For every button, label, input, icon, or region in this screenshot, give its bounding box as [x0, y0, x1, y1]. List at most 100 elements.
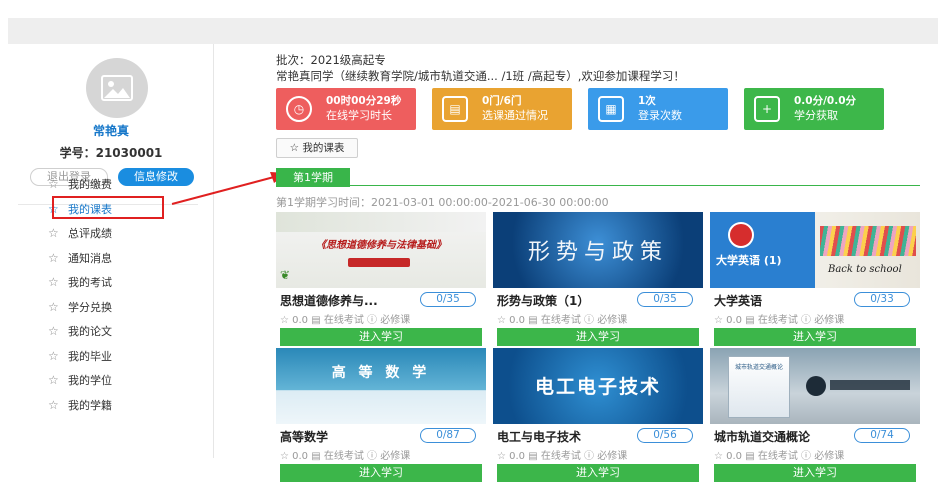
- course-name: 电工与电子技术: [497, 430, 582, 444]
- course-progress: 0/35: [420, 292, 476, 307]
- menu-item-label: 学分兑换: [68, 300, 112, 314]
- menu-item-notifications[interactable]: ☆ 通知消息: [48, 246, 188, 271]
- star-icon: ☆: [48, 397, 59, 412]
- enter-study-button[interactable]: 进入学习: [280, 328, 482, 346]
- enter-study-button[interactable]: 进入学习: [714, 328, 916, 346]
- menu-item-label: 我的毕业: [68, 349, 112, 363]
- document-icon: ▤: [442, 96, 468, 122]
- menu-item-label: 我的论文: [68, 325, 112, 339]
- menu-item-thesis[interactable]: ☆ 我的论文: [48, 319, 188, 344]
- star-icon: ☆: [48, 299, 59, 314]
- calligraphy-graphic: [830, 380, 910, 390]
- menu-item-grades[interactable]: ☆ 总评成绩: [48, 221, 188, 246]
- menu-item-label: 我的学籍: [68, 398, 112, 412]
- course-thumbnail[interactable]: 高 等 数 学: [276, 348, 486, 424]
- menu-item-credit-exchange[interactable]: ☆ 学分兑换: [48, 295, 188, 320]
- stat-label: 选课通过情况: [482, 109, 548, 122]
- stat-label: 学分获取: [794, 109, 838, 122]
- stat-value: 0门/6门: [482, 95, 522, 107]
- course-meta: ☆ 0.0 ▤ 在线考试 ⓘ 必修课: [714, 315, 845, 326]
- star-icon: ☆: [48, 348, 59, 363]
- course-meta: ☆ 0.0 ▤ 在线考试 ⓘ 必修课: [497, 451, 628, 462]
- top-band: [8, 18, 938, 44]
- course-name: 城市轨道交通概论: [714, 430, 811, 444]
- thumb-title: 大学英语 (1): [716, 254, 782, 267]
- course-progress: 0/35: [637, 292, 693, 307]
- course-progress: 0/87: [420, 428, 476, 443]
- menu-item-graduation[interactable]: ☆ 我的毕业: [48, 344, 188, 369]
- thumb-title: 《思想道德修养与法律基础》: [316, 240, 446, 251]
- enter-study-button[interactable]: 进入学习: [497, 464, 699, 482]
- course-card: 《思想道德修养与法律基础》 ❦ 思想道德修养与... 0/35 ☆ 0.0 ▤ 在…: [276, 212, 486, 347]
- thumb-stamp: [348, 258, 410, 267]
- stat-value: 0.0分/0.0分: [794, 95, 857, 107]
- course-meta: ☆ 0.0 ▤ 在线考试 ⓘ 必修课: [714, 451, 845, 462]
- menu-item-payment[interactable]: ☆ 我的缴费: [48, 172, 188, 197]
- stat-credits: + 0.0分/0.0分 学分获取: [744, 88, 884, 130]
- avatar[interactable]: [86, 58, 148, 118]
- my-schedule-button[interactable]: ☆ 我的课表: [276, 138, 358, 158]
- university-seal: [728, 222, 754, 248]
- plant-icon: ❦: [280, 268, 291, 282]
- pencils-graphic: [820, 226, 916, 256]
- stat-value: 1次: [638, 95, 656, 107]
- thumb-title: 城市轨道交通概论: [734, 364, 783, 371]
- course-thumbnail[interactable]: 城市轨道交通概论: [710, 348, 920, 424]
- thumb-title: 形势与政策: [527, 240, 668, 265]
- course-card: 形势与政策 形势与政策（1） 0/35 ☆ 0.0 ▤ 在线考试 ⓘ 必修课 进入…: [493, 212, 703, 347]
- star-icon: ☆: [48, 275, 59, 290]
- course-progress: 0/33: [854, 292, 910, 307]
- image-placeholder-icon: [101, 75, 133, 101]
- batch-info: 批次：2021级高起专: [276, 53, 386, 67]
- course-name: 高等数学: [280, 430, 329, 444]
- star-icon: ☆: [48, 250, 59, 265]
- student-id: 学号：21030001: [59, 146, 163, 160]
- course-meta: ☆ 0.0 ▤ 在线考试 ⓘ 必修课: [280, 451, 411, 462]
- highlight-box: [52, 196, 164, 219]
- thumb-band: [276, 212, 486, 232]
- menu-item-status[interactable]: ☆ 我的学籍: [48, 393, 188, 418]
- course-card: 大学英语 (1) Back to school 大学英语 0/33 ☆ 0.0 ▤…: [710, 212, 920, 347]
- thumb-subtitle: Back to school: [828, 264, 902, 275]
- star-icon: ☆: [48, 177, 59, 192]
- stat-course-selection: ▤ 0门/6门选课通过情况: [432, 88, 572, 130]
- star-icon: ☆: [48, 373, 59, 388]
- thumb-title: 电工电子技术: [534, 376, 661, 398]
- stat-online-time: ◷ 00时00分29秒 在线学习时长: [276, 88, 416, 130]
- course-thumbnail[interactable]: 大学英语 (1) Back to school: [710, 212, 920, 288]
- course-name: 大学英语: [714, 294, 763, 308]
- welcome-text: 常艳真同学（继续教育学院/城市轨道交通... /1班 /高起专）,欢迎参加课程学…: [276, 69, 685, 83]
- stat-login-count: ▦ 1次登录次数: [588, 88, 728, 130]
- university-logo: [806, 376, 826, 396]
- course-name: 思想道德修养与...: [280, 294, 378, 308]
- enter-study-button[interactable]: 进入学习: [714, 464, 916, 482]
- course-card: 城市轨道交通概论 城市轨道交通概论 0/74 ☆ 0.0 ▤ 在线考试 ⓘ 必修课…: [710, 348, 920, 483]
- star-icon: ☆: [48, 226, 59, 241]
- menu-item-label: 我的考试: [68, 276, 112, 290]
- enter-study-button[interactable]: 进入学习: [280, 464, 482, 482]
- menu-item-label: 通知消息: [68, 251, 112, 265]
- course-thumbnail[interactable]: 形势与政策: [493, 212, 703, 288]
- course-progress: 0/56: [637, 428, 693, 443]
- enter-study-button[interactable]: 进入学习: [497, 328, 699, 346]
- stat-label: 登录次数: [638, 109, 682, 122]
- course-thumbnail[interactable]: 电工电子技术: [493, 348, 703, 424]
- menu-item-exams[interactable]: ☆ 我的考试: [48, 270, 188, 295]
- course-thumbnail[interactable]: 《思想道德修养与法律基础》 ❦: [276, 212, 486, 288]
- menu-item-label: 我的缴费: [68, 178, 112, 192]
- course-progress: 0/74: [854, 428, 910, 443]
- menu-item-degree[interactable]: ☆ 我的学位: [48, 368, 188, 393]
- star-icon: ☆: [48, 324, 59, 339]
- course-card: 高 等 数 学 高等数学 0/87 ☆ 0.0 ▤ 在线考试 ⓘ 必修课 进入学习: [276, 348, 486, 483]
- tab-bar: [276, 168, 920, 186]
- menu-item-label: 总评成绩: [68, 227, 112, 241]
- course-meta: ☆ 0.0 ▤ 在线考试 ⓘ 必修课: [497, 315, 628, 326]
- stat-value: 00时00分29秒: [326, 95, 402, 107]
- course-card: 电工电子技术 电工与电子技术 0/56 ☆ 0.0 ▤ 在线考试 ⓘ 必修课 进入…: [493, 348, 703, 483]
- arrow-annotation: [171, 172, 288, 205]
- tab-term-1[interactable]: 第1学期: [276, 168, 350, 187]
- term-study-time: 第1学期学习时间：2021-03-01 00:00:00-2021-06-30 …: [276, 196, 609, 209]
- menu-item-label: 我的学位: [68, 374, 112, 388]
- calendar-icon: ▦: [598, 96, 624, 122]
- user-name: 常艳真: [92, 124, 129, 138]
